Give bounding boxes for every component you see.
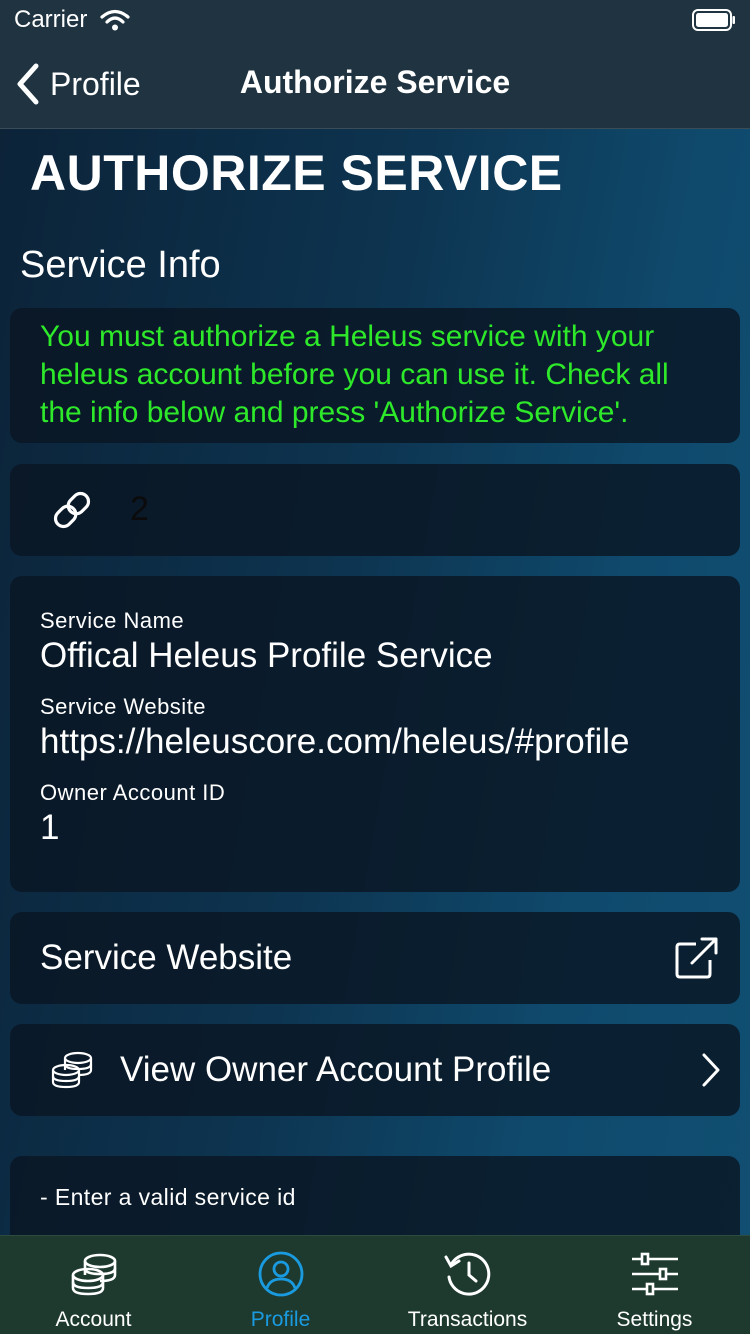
navigation-bar: Profile Authorize Service (0, 40, 750, 129)
service-website-value: https://heleuscore.com/heleus/#profile (40, 722, 630, 761)
view-owner-profile-label: View Owner Account Profile (120, 1050, 552, 1089)
service-details-card: Service Name Offical Heleus Profile Serv… (10, 576, 740, 892)
history-icon (444, 1252, 490, 1296)
nav-title: Authorize Service (239, 64, 511, 100)
info-message: You must authorize a Heleus service with… (40, 320, 669, 429)
tab-settings-label: Settings (616, 1308, 693, 1331)
section-title: Service Info (20, 244, 221, 286)
profile-icon (258, 1251, 303, 1297)
tab-transactions[interactable]: Transactions (374, 1236, 561, 1334)
service-id-field[interactable]: 2 (10, 464, 740, 556)
tab-profile-label: Profile (250, 1308, 311, 1331)
link-icon (53, 491, 91, 529)
validation-card: - Enter a valid service id (10, 1156, 740, 1235)
wifi-icon (100, 9, 130, 31)
tab-bar: Account Profile Transactions Settings (0, 1235, 750, 1334)
service-name-label: Service Name (40, 608, 185, 633)
service-id-value: 2 (130, 490, 149, 528)
owner-account-label: Owner Account ID (40, 780, 226, 805)
carrier-label: Carrier (14, 6, 88, 33)
coins-icon (71, 1253, 116, 1296)
status-bar: Carrier (0, 0, 750, 40)
page-heading: AUTHORIZE SERVICE (30, 145, 563, 201)
view-owner-profile-button[interactable]: View Owner Account Profile (10, 1024, 740, 1116)
tab-account-label: Account (55, 1308, 132, 1331)
sliders-icon (631, 1252, 678, 1296)
chevron-right-icon (702, 1053, 720, 1087)
battery-icon (692, 9, 735, 31)
tab-transactions-label: Transactions (407, 1308, 528, 1331)
info-card: You must authorize a Heleus service with… (10, 308, 740, 443)
coins-icon (51, 1051, 93, 1089)
tab-settings[interactable]: Settings (561, 1236, 748, 1334)
owner-account-value: 1 (40, 808, 60, 847)
service-name-value: Offical Heleus Profile Service (40, 636, 493, 675)
service-website-button[interactable]: Service Website (10, 912, 740, 1004)
service-website-button-label: Service Website (40, 938, 293, 977)
service-website-label: Service Website (40, 694, 207, 719)
scroll-content[interactable]: AUTHORIZE SERVICE Service Info You must … (0, 130, 750, 1235)
tab-profile[interactable]: Profile (187, 1236, 374, 1334)
validation-message: - Enter a valid service id (40, 1184, 296, 1210)
tab-account[interactable]: Account (0, 1236, 187, 1334)
external-link-icon (675, 937, 718, 979)
